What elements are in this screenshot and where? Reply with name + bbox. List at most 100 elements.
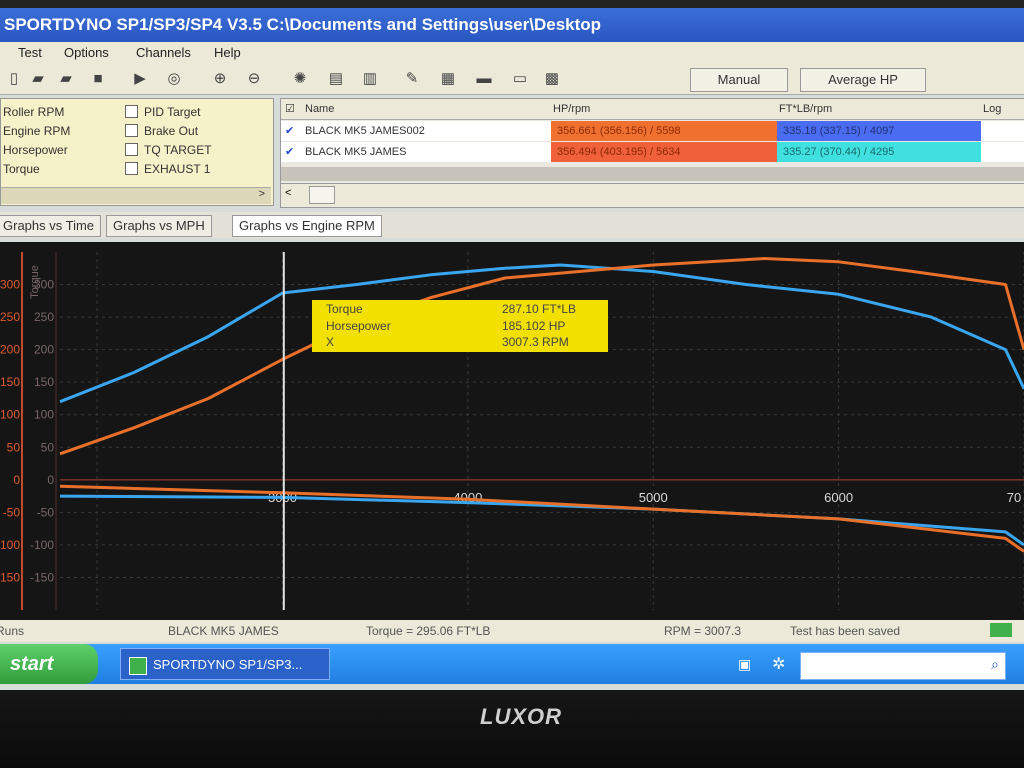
run-name: BLACK MK5 JAMES	[305, 146, 407, 158]
new-icon[interactable]: ▯	[4, 69, 24, 89]
taskbar-item-label: SPORTDYNO SP1/SP3...	[153, 657, 303, 672]
channel-brake-out[interactable]: Brake Out	[125, 124, 198, 138]
menu-test[interactable]: Test	[18, 45, 42, 60]
screen: SPORTDYNO SP1/SP3/SP4 V3.5 C:\Documents …	[0, 0, 1024, 690]
header-hp-rpm[interactable]: HP/rpm	[553, 99, 773, 119]
zoom-out-icon[interactable]: ⊖	[244, 69, 264, 89]
start-button[interactable]: start	[0, 644, 98, 684]
chart-icon[interactable]: ▦	[438, 69, 458, 89]
dyno-icon[interactable]: ▭	[510, 69, 530, 89]
clock-icon[interactable]: ◎	[164, 69, 184, 89]
tab-graphs-vs-engine-rpm[interactable]: Graphs vs Engine RPM	[232, 215, 382, 237]
graph-icon[interactable]: ▬	[474, 69, 494, 89]
menu-help[interactable]: Help	[214, 45, 241, 60]
tooltip-hp-label: Horsepower	[326, 319, 391, 333]
preview-icon[interactable]: ▤	[326, 69, 346, 89]
y-tick-label-left: -50	[3, 505, 21, 519]
tooltip-x-value: 3007.3 RPM	[502, 335, 569, 349]
tab-graphs-vs-time[interactable]: Graphs vs Time	[0, 215, 102, 237]
save-icon[interactable]: ■	[88, 69, 108, 89]
y-tick-label-left: 300	[0, 278, 20, 292]
run-table: ☑ Name HP/rpm FT*LB/rpm Log ✔ BLACK MK5 …	[280, 98, 1024, 208]
y-tick-label-left: -150	[0, 570, 20, 584]
y-tick-label-left: 0	[13, 473, 20, 487]
run-table-gap	[281, 167, 1024, 181]
x-tick-label: 70	[1007, 490, 1021, 505]
channel-engine-rpm[interactable]: Engine RPM	[3, 124, 70, 138]
status-bar: Runs BLACK MK5 JAMES Torque = 295.06 FT*…	[0, 620, 1024, 642]
open-run-icon[interactable]: ▰	[56, 69, 76, 89]
channel-roller-rpm[interactable]: Roller RPM	[3, 105, 64, 119]
run-table-header: ☑ Name HP/rpm FT*LB/rpm Log	[281, 99, 1024, 120]
search-icon[interactable]: ⌕	[991, 656, 999, 673]
run-checkmark-icon[interactable]: ✔	[285, 121, 299, 141]
y-tick-label: 200	[34, 343, 54, 357]
y-tick-label: 250	[34, 310, 54, 324]
open-folder-icon[interactable]: ▰	[28, 69, 48, 89]
run-tq-value: 335.18 (337.15) / 4097	[777, 121, 981, 141]
scroll-left-icon[interactable]: <	[285, 187, 291, 199]
run-name: BLACK MK5 JAMES002	[305, 125, 425, 137]
checkbox[interactable]	[125, 162, 138, 175]
y-tick-label-left: 50	[7, 440, 21, 454]
channel-horsepower[interactable]: Horsepower	[3, 143, 68, 157]
window-title: SPORTDYNO SP1/SP3/SP4 V3.5 C:\Documents …	[0, 8, 1024, 42]
taskbar-search-input[interactable]: ⌕	[800, 652, 1006, 680]
y-tick-label-left: 100	[0, 408, 20, 422]
run-row-2[interactable]: ✔ BLACK MK5 JAMES 356.494 (403.195) / 56…	[281, 142, 1024, 162]
tray-gear-icon[interactable]: ✲	[772, 654, 785, 674]
y-tick-label-left: 250	[0, 310, 20, 324]
dyno-graph[interactable]: 300 300250 250200 200150 150100 10050 500 0-50-…	[0, 242, 1024, 620]
taskbar: start SPORTDYNO SP1/SP3... ▣ ✲ ⌕	[0, 644, 1024, 684]
tab-graphs-vs-mph[interactable]: Graphs vs MPH	[106, 215, 212, 237]
status-run-name: BLACK MK5 JAMES	[168, 624, 279, 638]
x-tick-label: 6000	[824, 490, 853, 505]
channel-scrollbar[interactable]: >	[1, 187, 271, 204]
monitor-logo: LUXOR	[480, 704, 562, 729]
run-table-scrollbar[interactable]: <	[281, 183, 1024, 206]
report-icon[interactable]: ▩	[542, 69, 562, 89]
scroll-right-icon[interactable]: >	[259, 188, 265, 200]
tooltip-hp-value: 185.102 HP	[502, 319, 566, 333]
series-line-2	[59, 257, 1024, 456]
menu-channels[interactable]: Channels	[136, 45, 191, 60]
tools-icon[interactable]: ✎	[402, 69, 422, 89]
zoom-in-icon[interactable]: ⊕	[210, 69, 230, 89]
header-tq-rpm[interactable]: FT*LB/rpm	[779, 99, 975, 119]
tray-chat-icon[interactable]: ▣	[738, 656, 751, 673]
monitor-top-edge	[0, 0, 1024, 8]
header-check-icon: ☑	[285, 103, 295, 115]
status-saved: Test has been saved	[790, 624, 901, 638]
settings-icon[interactable]: ✺	[290, 69, 310, 89]
status-torque: Torque = 295.06 FT*LB	[366, 624, 491, 638]
app-icon	[129, 657, 147, 675]
y-tick-label-left: 200	[0, 343, 20, 357]
tooltip-torque-value: 287.10 FT*LB	[502, 302, 577, 316]
y-axis-label: Torque	[29, 265, 41, 299]
run-row-1[interactable]: ✔ BLACK MK5 JAMES002 356.661 (356.156) /…	[281, 121, 1024, 141]
manual-button[interactable]: Manual	[690, 68, 788, 92]
y-tick-label: 100	[34, 408, 54, 422]
header-log[interactable]: Log	[983, 99, 1023, 119]
channel-exhaust-1[interactable]: EXHAUST 1	[125, 162, 210, 176]
checkbox[interactable]	[125, 105, 138, 118]
channel-pid-target[interactable]: PID Target	[125, 105, 200, 119]
channel-tq-target[interactable]: TQ TARGET	[125, 143, 212, 157]
menu-bar: Test Options Channels Help	[0, 42, 1024, 64]
y-tick-label: 50	[41, 440, 55, 454]
print-icon[interactable]: ▥	[360, 69, 380, 89]
y-tick-label: -100	[30, 538, 54, 552]
checkbox[interactable]	[125, 124, 138, 137]
play-icon[interactable]: ▶	[130, 69, 150, 89]
channel-torque[interactable]: Torque	[3, 162, 40, 176]
run-hp-value: 356.494 (403.195) / 5634	[551, 142, 777, 162]
checkbox[interactable]	[125, 143, 138, 156]
average-hp-button[interactable]: Average HP	[800, 68, 926, 92]
y-tick-label: -50	[37, 505, 55, 519]
taskbar-item-sportdyno[interactable]: SPORTDYNO SP1/SP3...	[120, 648, 330, 680]
menu-options[interactable]: Options	[64, 45, 109, 60]
status-rpm: RPM = 3007.3	[664, 624, 742, 638]
scroll-thumb[interactable]	[309, 186, 335, 204]
run-checkmark-icon[interactable]: ✔	[285, 142, 299, 162]
header-name[interactable]: Name	[305, 99, 545, 119]
